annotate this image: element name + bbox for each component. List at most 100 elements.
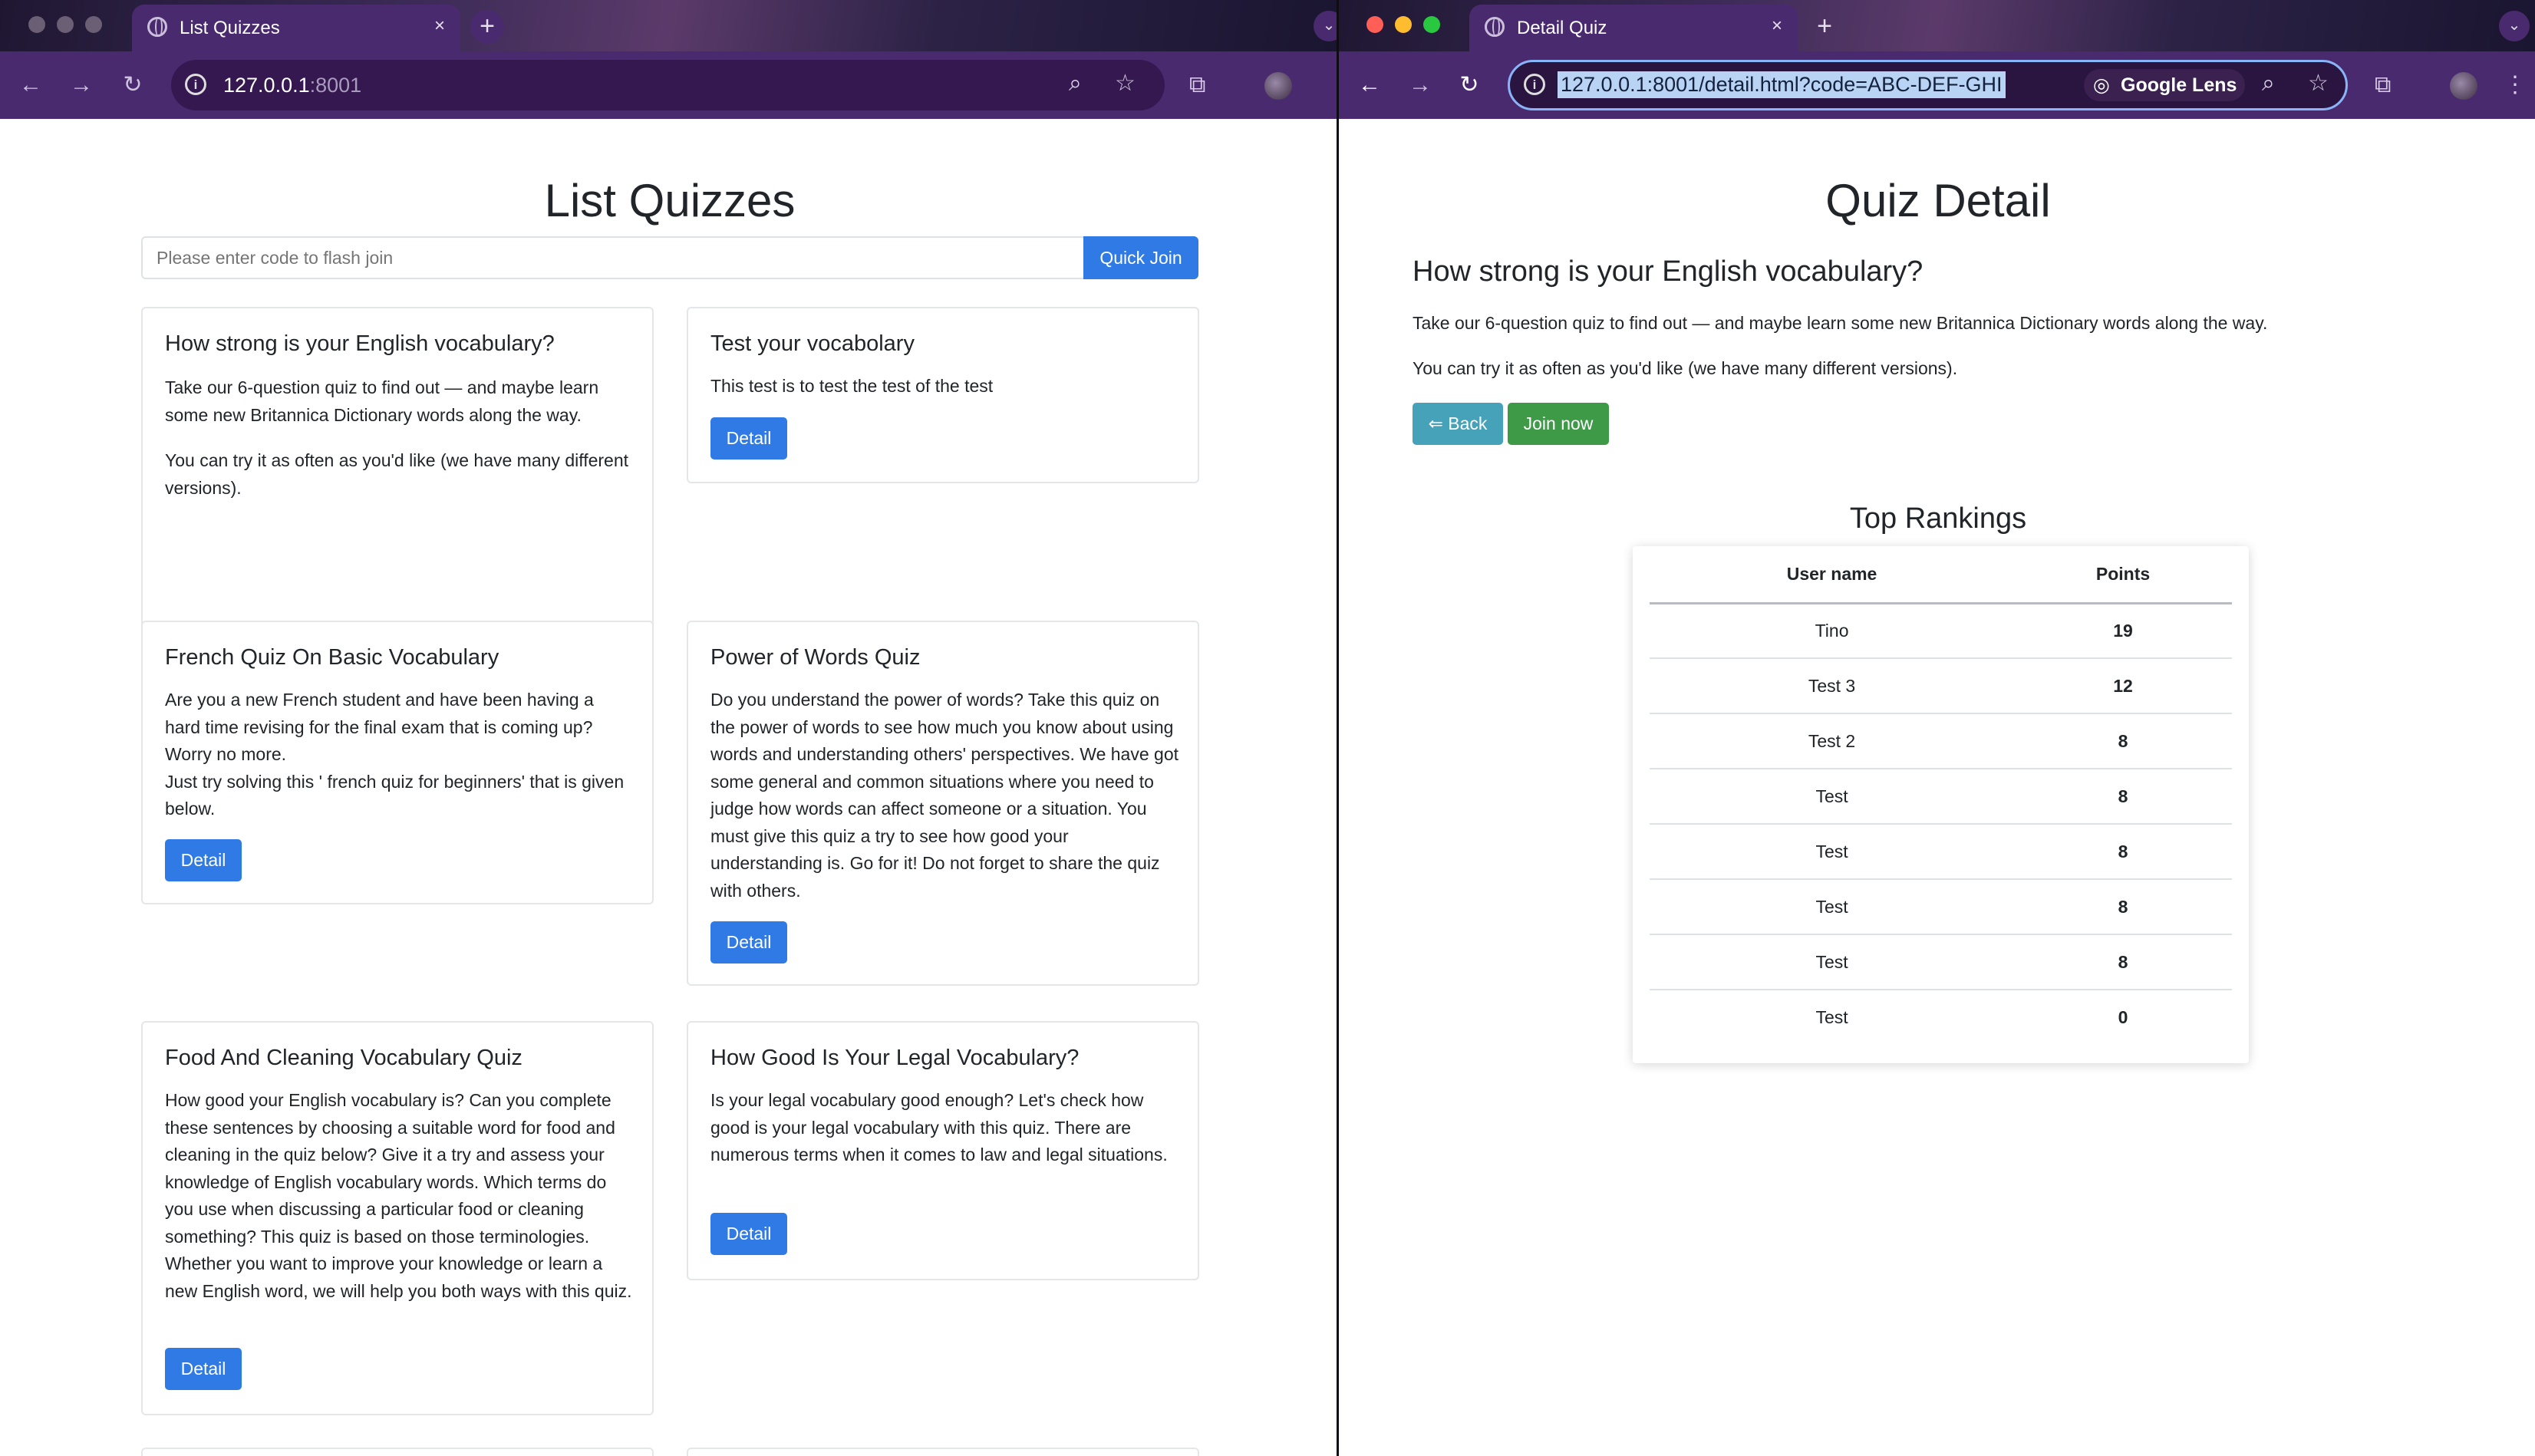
close-tab-icon[interactable]: × bbox=[1772, 15, 1782, 37]
detail-button[interactable]: Detail bbox=[165, 1348, 242, 1390]
detail-button[interactable]: Detail bbox=[165, 839, 242, 881]
browser-window-detail: Detail Quiz × + ⌄ ← → ↻ i 127.0.0.1:8001… bbox=[1337, 0, 2535, 1456]
close-window-button[interactable] bbox=[28, 16, 45, 33]
rankings-title: Top Rankings bbox=[1849, 502, 2027, 535]
user-cell: Test bbox=[1650, 824, 2015, 880]
quiz-card-description: This test is to test the test of the tes… bbox=[710, 376, 994, 396]
bookmark-star-icon[interactable]: ☆ bbox=[1115, 69, 1136, 98]
detail-button[interactable]: Detail bbox=[710, 921, 787, 964]
url-text-selected[interactable]: 127.0.0.1:8001/detail.html?code=ABC-DEF-… bbox=[1558, 71, 2006, 98]
points-cell: 8 bbox=[2014, 769, 2232, 825]
back-arrow-icon[interactable]: ← bbox=[1354, 70, 1385, 100]
address-bar[interactable]: i 127.0.0.1:8001 ⌕ ☆ bbox=[171, 60, 1165, 110]
description-paragraph: Are you a new French student and have be… bbox=[165, 690, 594, 764]
extensions-icon[interactable]: ⧉ bbox=[1189, 71, 1205, 100]
points-cell: 19 bbox=[2014, 603, 2232, 659]
forward-arrow-icon[interactable]: → bbox=[1405, 70, 1436, 100]
zoom-icon[interactable]: ⌕ bbox=[2262, 69, 2275, 98]
quiz-card bbox=[141, 1448, 654, 1456]
lens-icon: ◎ bbox=[2093, 74, 2110, 96]
table-row: Test 0 bbox=[1650, 990, 2232, 1045]
user-cell: Test bbox=[1815, 1007, 1848, 1027]
quiz-card-title: French Quiz On Basic Vocabulary bbox=[165, 645, 499, 670]
quiz-card bbox=[687, 1448, 1199, 1456]
column-header-user: User name bbox=[1650, 546, 2015, 604]
user-cell: Tino bbox=[1650, 603, 2015, 659]
user-cell: Test bbox=[1650, 879, 2015, 935]
profile-avatar[interactable] bbox=[1264, 72, 1292, 100]
back-arrow-icon[interactable]: ← bbox=[15, 70, 46, 100]
quiz-card-title: How strong is your English vocabulary? bbox=[165, 331, 555, 356]
quiz-card-title: How Good Is Your Legal Vocabulary? bbox=[710, 1046, 1080, 1070]
table-row: Test 28 bbox=[1650, 713, 2232, 769]
quiz-code-input[interactable] bbox=[141, 236, 1084, 279]
site-info-icon[interactable]: i bbox=[185, 74, 206, 95]
quiz-card-title: Power of Words Quiz bbox=[710, 645, 921, 670]
quiz-card: Food And Cleaning Vocabulary Quiz How go… bbox=[141, 1021, 654, 1415]
tab-search-icon[interactable]: ⌄ bbox=[1314, 11, 1337, 41]
quick-join-button[interactable]: Quick Join bbox=[1083, 236, 1198, 279]
quiz-card-title: Test your vocabolary bbox=[710, 331, 915, 356]
tab-title: Detail Quiz bbox=[1517, 18, 1607, 38]
profile-avatar[interactable] bbox=[2450, 72, 2477, 100]
quiz-card: Power of Words Quiz Do you understand th… bbox=[687, 621, 1199, 986]
quiz-card-description: Do you understand the power of words? Ta… bbox=[710, 690, 1178, 901]
table-row: Test 8 bbox=[1650, 769, 2232, 825]
user-cell: Test 2 bbox=[1650, 713, 2015, 769]
google-lens-button[interactable]: ◎ Google Lens bbox=[2084, 69, 2245, 101]
back-button[interactable]: ⇐ Back bbox=[1413, 403, 1503, 445]
reload-icon[interactable]: ↻ bbox=[1454, 70, 1485, 100]
table-header-row: User name Points bbox=[1650, 546, 2232, 604]
table-row: Test 8 bbox=[1650, 934, 2232, 990]
table-row: Test 3 12 bbox=[1650, 658, 2232, 714]
quiz-title: How strong is your English vocabulary? bbox=[1413, 255, 1924, 288]
detail-button[interactable]: Detail bbox=[710, 417, 787, 460]
list-page: List Quizzes Quick Join How strong is yo… bbox=[0, 119, 1337, 1456]
user-cell: Test 3 bbox=[1650, 658, 2015, 714]
new-tab-button[interactable]: + bbox=[470, 10, 504, 44]
tab-detail-quiz[interactable]: Detail Quiz × bbox=[1469, 5, 1798, 51]
menu-dots-icon[interactable]: ⋮ bbox=[2504, 71, 2527, 100]
close-window-button[interactable] bbox=[1366, 16, 1383, 33]
table-row: Test 8 bbox=[1650, 879, 2232, 935]
quiz-card-description: How good your English vocabulary is? Can… bbox=[165, 1090, 632, 1301]
join-now-button[interactable]: Join now bbox=[1508, 403, 1609, 445]
description-paragraph: You can try it as often as you'd like (w… bbox=[165, 450, 629, 498]
tab-list-quizzes[interactable]: List Quizzes × bbox=[132, 5, 460, 51]
points-cell: 8 bbox=[2014, 713, 2232, 769]
points-cell: 8 bbox=[2014, 879, 2232, 935]
quiz-card: Test your vocabolary This test is to tes… bbox=[687, 307, 1199, 483]
zoom-icon[interactable]: ⌕ bbox=[1069, 69, 1082, 98]
zoom-window-button[interactable] bbox=[85, 16, 102, 33]
close-tab-icon[interactable]: × bbox=[434, 15, 445, 37]
description-paragraph: Just try solving this ' french quiz for … bbox=[165, 771, 625, 819]
tab-search-icon[interactable]: ⌄ bbox=[2499, 11, 2530, 41]
tab-title: List Quizzes bbox=[180, 18, 280, 38]
quiz-description: Take our 6-question quiz to find out — a… bbox=[1413, 313, 2268, 333]
new-tab-button[interactable]: + bbox=[1808, 10, 1841, 44]
extensions-icon[interactable]: ⧉ bbox=[2375, 71, 2391, 100]
reload-icon[interactable]: ↻ bbox=[117, 70, 148, 100]
rankings-card: User name Points Tino 19 Test 3 12 Test 28… bbox=[1633, 546, 2249, 1063]
minimize-window-button[interactable] bbox=[57, 16, 74, 33]
points-cell: 12 bbox=[2014, 658, 2232, 714]
detail-page: Quiz Detail How strong is your English v… bbox=[1339, 119, 2535, 1456]
quiz-card-description: Take our 6-question quiz to find out — a… bbox=[165, 374, 633, 502]
minimize-window-button[interactable] bbox=[1395, 16, 1412, 33]
url-text: 127.0.0.1:8001 bbox=[223, 74, 362, 97]
quiz-card: How Good Is Your Legal Vocabulary? Is yo… bbox=[687, 1021, 1199, 1280]
bookmark-star-icon[interactable]: ☆ bbox=[2308, 69, 2329, 98]
site-info-icon[interactable]: i bbox=[1524, 74, 1545, 95]
browser-toolbar: ← → ↻ i 127.0.0.1:8001/detail.html?code=… bbox=[1339, 51, 2535, 119]
globe-icon bbox=[147, 17, 167, 37]
quiz-card-description: Is your legal vocabulary good enough? Le… bbox=[710, 1090, 1168, 1164]
address-bar[interactable]: i 127.0.0.1:8001/detail.html?code=ABC-DE… bbox=[1508, 60, 2348, 110]
zoom-window-button[interactable] bbox=[1423, 16, 1440, 33]
tab-strip: List Quizzes × + ⌄ bbox=[0, 0, 1337, 51]
quiz-description: You can try it as often as you'd like (w… bbox=[1413, 358, 1958, 378]
quiz-card-description: Are you a new French student and have be… bbox=[165, 687, 633, 823]
user-cell: Test bbox=[1650, 934, 2015, 990]
user-cell: Test bbox=[1650, 769, 2015, 825]
detail-button[interactable]: Detail bbox=[710, 1213, 787, 1255]
forward-arrow-icon[interactable]: → bbox=[66, 70, 97, 100]
